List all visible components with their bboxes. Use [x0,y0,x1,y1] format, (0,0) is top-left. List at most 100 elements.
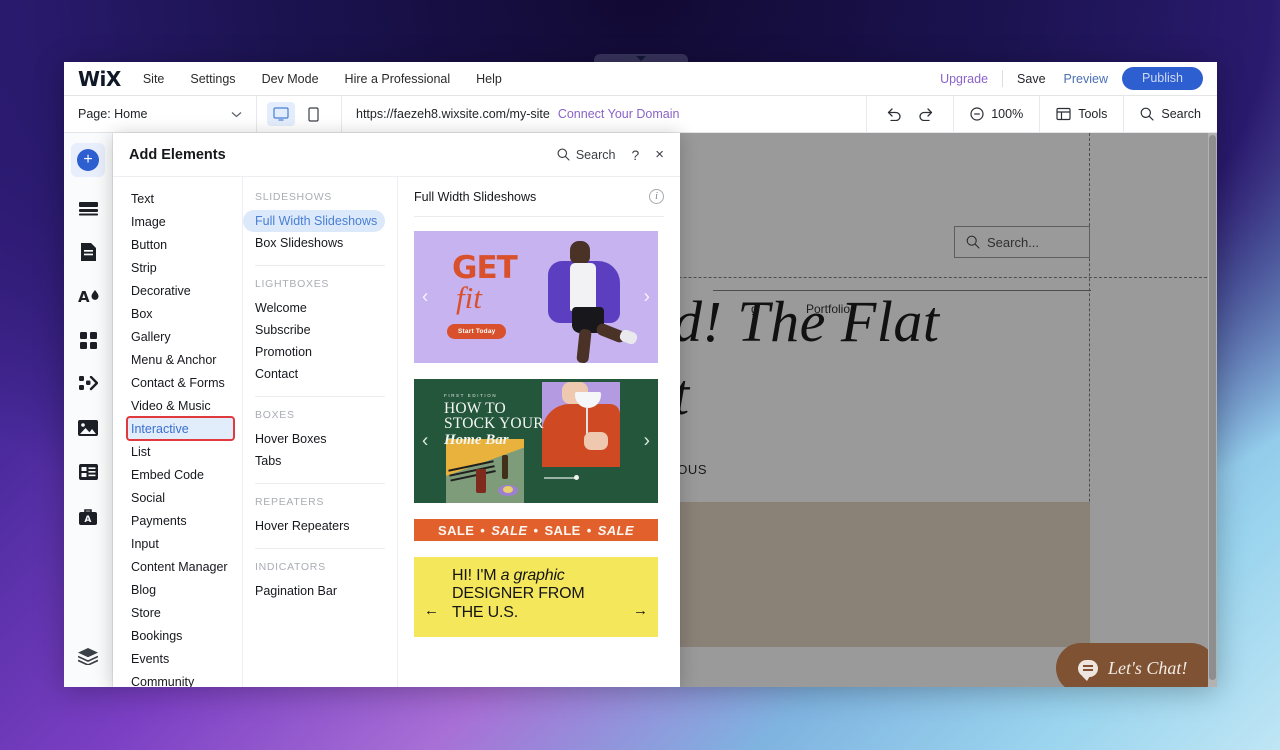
menu-item-dev-mode[interactable]: Dev Mode [262,72,319,86]
briefcase-icon: A [79,508,97,525]
rail-layers-button[interactable] [71,639,105,673]
category-decorative[interactable]: Decorative [113,279,242,302]
canvas-scrollbar-thumb[interactable] [1209,135,1216,680]
rail-blog-button[interactable] [71,455,105,489]
help-icon[interactable]: ? [631,147,639,163]
site-url-bar[interactable]: https://faezeh8.wixsite.com/my-site Conn… [342,107,772,121]
rail-apps-button[interactable] [71,323,105,357]
connect-domain-link[interactable]: Connect Your Domain [558,107,680,121]
category-menu-and-anchor[interactable]: Menu & Anchor [113,348,242,371]
subitem-full-width-slideshows[interactable]: Full Width Slideshows [243,210,385,232]
subitem-subscribe[interactable]: Subscribe [243,319,397,341]
zoom-out-icon[interactable] [970,107,984,121]
chevron-left-icon[interactable]: ‹ [422,288,428,307]
category-bookings[interactable]: Bookings [113,624,242,647]
thumb-fit-script: fit [456,280,482,315]
redo-icon[interactable] [918,107,935,121]
subitem-welcome[interactable]: Welcome [243,297,397,319]
menu-item-help[interactable]: Help [476,72,502,86]
category-store[interactable]: Store [113,601,242,624]
hero-heading-line1[interactable]: d! The Flat [673,288,939,355]
category-events[interactable]: Events [113,647,242,670]
arrow-left-icon[interactable]: ← [424,603,439,618]
category-payments[interactable]: Payments [113,509,242,532]
close-icon[interactable]: × [655,147,664,162]
undo-icon[interactable] [885,107,902,121]
category-strip[interactable]: Strip [113,256,242,279]
rail-media-button[interactable] [71,411,105,445]
divider [255,548,385,549]
chevron-right-icon[interactable]: › [644,288,650,307]
zoom-control[interactable]: 100% [954,96,1039,132]
thumbnail-sale-banner[interactable]: SALE • SALE • SALE • SALE [414,519,658,541]
subitem-contact[interactable]: Contact [243,363,397,385]
subitem-promotion[interactable]: Promotion [243,341,397,363]
page-selector[interactable]: Page: Home [64,96,256,132]
subitem-hover-boxes[interactable]: Hover Boxes [243,428,397,450]
apps-grid-icon [79,331,97,349]
save-button[interactable]: Save [1017,72,1046,86]
menu-item-hire-a-professional[interactable]: Hire a Professional [345,72,451,86]
category-gallery[interactable]: Gallery [113,325,242,348]
wix-logo[interactable]: WiX [78,69,121,89]
mobile-view-button[interactable] [299,102,327,126]
panel-search-button[interactable]: Search [557,147,616,162]
preview-button[interactable]: Preview [1064,72,1108,86]
tools-button[interactable]: Tools [1040,96,1123,132]
menu-item-site[interactable]: Site [143,72,165,86]
subitem-box-slideshows[interactable]: Box Slideshows [243,232,397,254]
search-icon [966,235,980,249]
canvas-scrollbar[interactable] [1208,133,1217,687]
menu-item-settings[interactable]: Settings [190,72,235,86]
category-video-and-music[interactable]: Video & Music [113,394,242,417]
lets-chat-button[interactable]: Let's Chat! [1056,643,1216,687]
rail-dev-tools-button[interactable] [71,367,105,401]
add-elements-panel: Add Elements Search ? × Text Image Butto… [113,133,680,687]
category-blog[interactable]: Blog [113,578,242,601]
chevron-left-icon[interactable]: ‹ [422,432,428,451]
image-icon [78,420,98,436]
category-button[interactable]: Button [113,233,242,256]
category-interactive[interactable]: Interactive [126,416,235,441]
thumbnail-get-fit[interactable]: GET fit Start Today ‹ › [414,231,658,363]
search-button[interactable]: Search [1124,96,1217,132]
chevron-right-icon[interactable]: › [644,432,650,451]
group-title-boxes: BOXES [255,409,295,421]
category-embed-code[interactable]: Embed Code [113,463,242,486]
rail-pages-button[interactable] [71,235,105,269]
arrow-right-icon[interactable]: → [633,603,648,618]
category-list[interactable]: Text Image Button Strip Decorative Box G… [113,177,243,687]
subitem-tabs[interactable]: Tabs [243,450,397,472]
site-search-box[interactable]: Search... [954,226,1090,258]
divider [255,396,385,397]
hero-image-block[interactable] [633,502,1090,647]
rail-site-design-button[interactable]: A [71,279,105,313]
category-community[interactable]: Community [113,670,242,688]
thumbnail-designer-banner[interactable]: HI! I'M a graphic DESIGNER FROM THE U.S.… [414,557,658,637]
rail-business-tools-button[interactable]: A [71,499,105,533]
subitem-hover-repeaters[interactable]: Hover Repeaters [243,515,397,537]
undo-redo-group [867,107,953,121]
preview-thumbnails: GET fit Start Today ‹ › FIRST EDITION HO… [414,231,664,637]
upgrade-link[interactable]: Upgrade [940,72,988,86]
thumbnail-home-bar[interactable]: FIRST EDITION HOW TO STOCK YOUR Home Bar… [414,379,658,503]
svg-text:A: A [78,288,90,305]
subitem-pagination-bar[interactable]: Pagination Bar [243,580,397,602]
category-box[interactable]: Box [113,302,242,325]
publish-button[interactable]: Publish [1122,67,1203,90]
rail-add-elements-button[interactable]: + [71,143,105,177]
desktop-view-button[interactable] [267,102,295,126]
panel-header: Add Elements Search ? × [113,133,680,177]
category-text[interactable]: Text [113,187,242,210]
category-image[interactable]: Image [113,210,242,233]
info-icon[interactable]: i [649,189,664,204]
panel-search-label: Search [575,147,616,162]
category-list[interactable]: List [113,440,242,463]
subcategory-list[interactable]: SLIDESHOWS Full Width Slideshows Box Sli… [243,177,398,687]
rail-add-section-button[interactable] [71,191,105,225]
category-input[interactable]: Input [113,532,242,555]
category-contact-and-forms[interactable]: Contact & Forms [113,371,242,394]
category-social[interactable]: Social [113,486,242,509]
sale-text-4: SALE [597,522,634,538]
category-content-manager[interactable]: Content Manager [113,555,242,578]
